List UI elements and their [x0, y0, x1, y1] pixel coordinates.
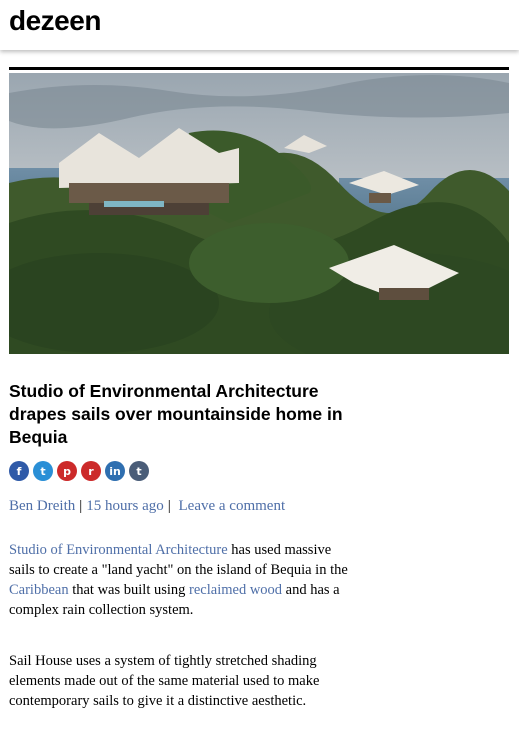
site-header: dezeen — [0, 0, 519, 50]
facebook-icon[interactable]: f — [9, 461, 29, 481]
timestamp-link[interactable]: 15 hours ago — [86, 498, 164, 514]
share-buttons: f t p r in t — [9, 461, 149, 481]
reclaimed-wood-link[interactable]: reclaimed wood — [189, 582, 282, 598]
hero-image[interactable] — [9, 73, 509, 354]
byline-separator: | — [167, 498, 171, 514]
linkedin-icon[interactable]: in — [105, 461, 125, 481]
article-title: Studio of Environmental Architecture dra… — [9, 381, 343, 447]
pinterest-icon[interactable]: p — [57, 461, 77, 481]
article-paragraph: Sail House uses a system of tightly stre… — [9, 653, 320, 709]
comment-link[interactable]: Leave a comment — [179, 498, 286, 514]
byline: Ben Dreith | 15 hours ago | Leave a comment — [9, 498, 285, 515]
article-paragraph: Studio of Environmental Architecture has… — [9, 540, 354, 620]
twitter-icon[interactable]: t — [33, 461, 53, 481]
dezeen-logo[interactable]: dezeen — [9, 5, 101, 37]
header-divider — [9, 67, 509, 70]
hero-photo — [9, 73, 509, 354]
tumblr-icon[interactable]: t — [129, 461, 149, 481]
paragraph-text: that was built using — [68, 582, 190, 598]
byline-separator: | — [79, 498, 83, 514]
reddit-icon[interactable]: r — [81, 461, 101, 481]
author-link[interactable]: Ben Dreith — [9, 498, 75, 514]
caribbean-link[interactable]: Caribbean — [9, 582, 69, 598]
studio-link[interactable]: Studio of Environmental Architecture — [9, 542, 228, 558]
